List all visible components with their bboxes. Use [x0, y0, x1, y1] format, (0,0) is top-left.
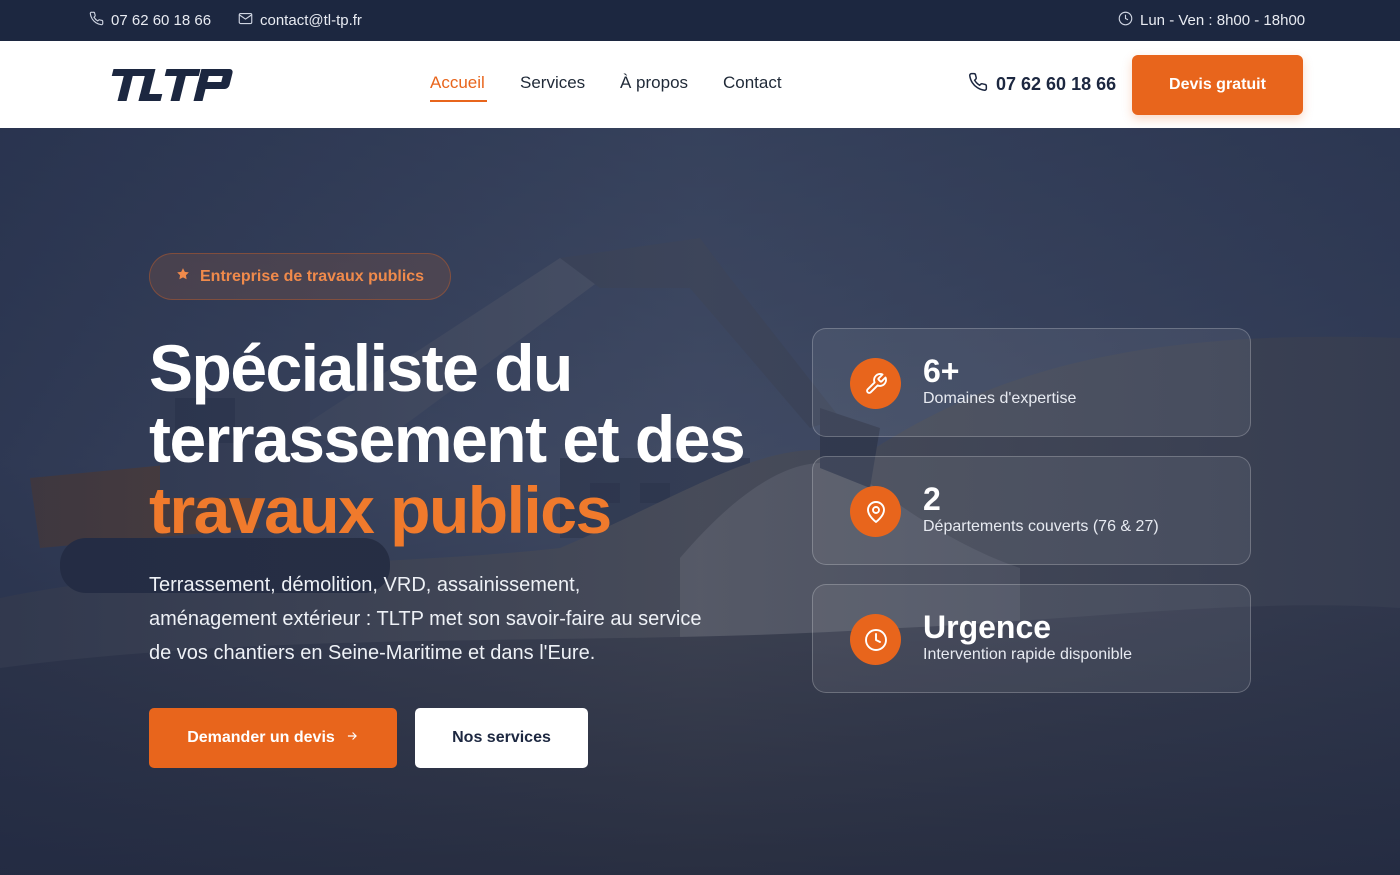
nav-services[interactable]: Services [520, 73, 585, 93]
topbar-hours-text: Lun - Ven : 8h00 - 18h00 [1140, 12, 1306, 29]
topbar-phone-link[interactable]: 07 62 60 18 66 [89, 0, 211, 41]
hero-headline: Spécialiste du terrassement et des trava… [149, 333, 789, 546]
hero-headline-line1: Spécialiste du [149, 331, 573, 405]
stat-label: Intervention rapide disponible [923, 646, 1133, 663]
wrench-icon [850, 358, 901, 409]
site-logo[interactable] [104, 67, 242, 103]
header-phone-text: 07 62 60 18 66 [996, 74, 1117, 94]
map-pin-icon [850, 486, 901, 537]
phone-icon [968, 72, 988, 97]
topbar-hours: Lun - Ven : 8h00 - 18h00 [1118, 0, 1305, 41]
mail-icon [238, 11, 253, 30]
nav-active-indicator [430, 100, 487, 102]
stat-value: 2 [923, 481, 941, 517]
star-icon [176, 267, 190, 286]
request-quote-label: Demander un devis [187, 729, 335, 746]
top-bar: 07 62 60 18 66 contact@tl-tp.fr Lun - Ve… [0, 0, 1400, 41]
hero-headline-line2: terrassement et des [149, 402, 746, 476]
stat-card-departments: 2 Départements couverts (76 & 27) [812, 456, 1251, 565]
stat-label: Domaines d'expertise [923, 390, 1077, 407]
nav-a-propos[interactable]: À propos [620, 73, 688, 93]
stat-card-expertise: 6+ Domaines d'expertise [812, 328, 1251, 437]
topbar-phone-text: 07 62 60 18 66 [111, 12, 212, 29]
free-quote-button[interactable]: Devis gratuit [1132, 55, 1303, 115]
hero-section: Entreprise de travaux publics Spécialist… [0, 128, 1400, 875]
clock-icon [1118, 11, 1133, 30]
phone-icon [89, 11, 104, 30]
hero-badge: Entreprise de travaux publics [149, 253, 451, 300]
request-quote-button[interactable]: Demander un devis [149, 708, 397, 768]
stat-value: 6+ [923, 353, 960, 389]
nav-contact[interactable]: Contact [723, 73, 782, 93]
stat-value: Urgence [923, 609, 1052, 645]
stat-card-urgency: Urgence Intervention rapide disponible [812, 584, 1251, 693]
nav-accueil[interactable]: Accueil [430, 73, 485, 93]
hero-badge-text: Entreprise de travaux publics [200, 267, 425, 285]
topbar-email-text: contact@tl-tp.fr [260, 12, 362, 29]
topbar-email-link[interactable]: contact@tl-tp.fr [238, 0, 362, 41]
hero-headline-accent: travaux publics [149, 473, 612, 547]
clock-icon [850, 614, 901, 665]
stat-label: Départements couverts (76 & 27) [923, 518, 1159, 535]
our-services-button[interactable]: Nos services [415, 708, 588, 768]
hero-subtext: Terrassement, démolition, VRD, assainiss… [149, 574, 702, 664]
header-phone-link[interactable]: 07 62 60 18 66 [968, 72, 1116, 97]
arrow-right-icon [345, 729, 359, 748]
main-header: Accueil Services À propos Contact 07 62 … [0, 41, 1400, 128]
